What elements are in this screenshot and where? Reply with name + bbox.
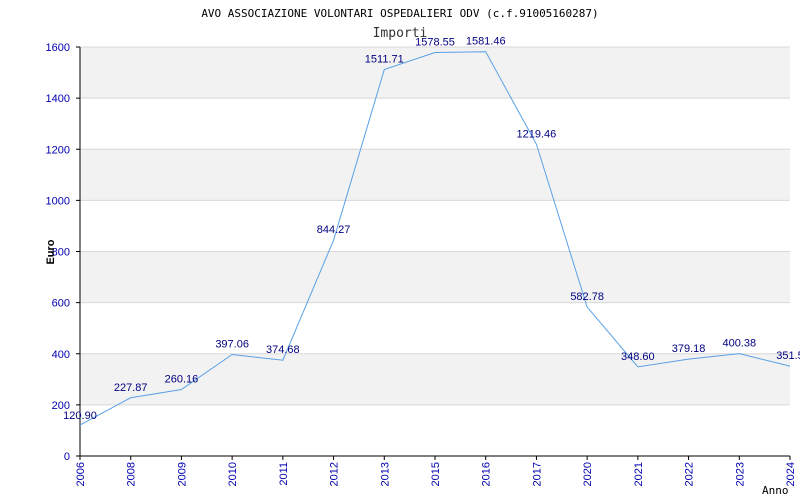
data-label: 1511.71 [365,54,404,66]
data-label: 351.5 [776,350,800,362]
grid-band [80,47,790,99]
data-label: 397.06 [215,339,249,351]
x-tick-label: 2021 [633,462,645,486]
line-chart: 02004006008001000120014001600 2006 2008 20… [45,7,800,497]
x-axis-label: Anno [762,484,789,497]
y-axis-label: Euro [45,239,57,264]
data-label: 1219.46 [517,128,557,140]
chart-title: AVO ASSOCIAZIONE VOLONTARI OSPEDALIERI O… [201,7,598,20]
data-label: 379.18 [672,343,706,355]
x-tick-label: 2017 [531,462,543,486]
data-label: 582.78 [570,291,604,303]
grid-band [80,251,790,303]
y-tick-label: 1600 [46,42,70,54]
x-tick-label: 2006 [75,462,87,486]
data-label: 374.68 [266,344,300,356]
x-tick-label: 2023 [734,462,746,486]
data-label: 227.87 [114,382,148,394]
x-tick-label: 2022 [684,462,696,486]
data-label: 120.90 [63,410,97,422]
x-axis-ticks: 2006 2008 2009 2010 2011 2012 2013 2015 2016 2017… [75,456,797,486]
x-tick-label: 2016 [481,462,493,486]
x-tick-label: 2015 [430,462,442,486]
data-label: 260.16 [165,373,199,385]
data-label: 348.60 [621,351,655,363]
x-tick-label: 2011 [278,462,290,486]
grid-band [80,149,790,201]
x-tick-label: 2012 [329,462,341,486]
data-label: 1581.46 [466,36,506,48]
data-label: 400.38 [722,338,756,350]
x-tick-label: 2024 [785,462,797,486]
y-tick-label: 1000 [46,195,70,207]
y-tick-label: 600 [52,298,70,310]
chart-subtitle: Importi [373,26,428,41]
x-tick-label: 2009 [176,462,188,486]
x-tick-label: 2020 [582,462,594,486]
x-tick-label: 2013 [379,462,391,486]
x-tick-label: 2008 [126,462,138,486]
y-tick-label: 1200 [46,144,70,156]
data-label: 844.27 [317,224,351,236]
y-tick-label: 0 [64,451,70,463]
y-tick-label: 1400 [46,93,70,105]
y-tick-label: 400 [52,349,70,361]
x-tick-label: 2010 [227,462,239,486]
